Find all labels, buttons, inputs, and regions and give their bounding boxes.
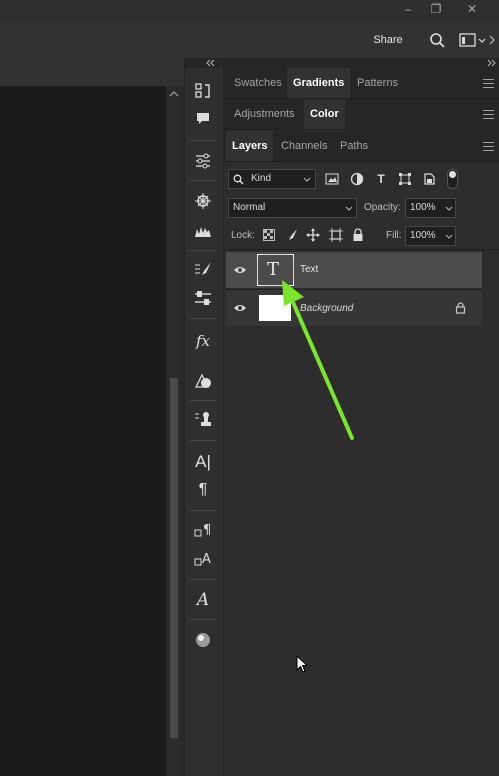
- restore-button[interactable]: ❐: [424, 0, 448, 18]
- character-icon[interactable]: A|: [191, 451, 215, 473]
- annotation-arrow: [282, 280, 354, 440]
- strip-divider: [190, 140, 216, 141]
- panel-menu-icon[interactable]: [483, 79, 494, 88]
- navigator-icon[interactable]: [191, 190, 215, 212]
- mouse-cursor-icon: [296, 655, 308, 673]
- lock-artboard-icon[interactable]: [329, 228, 343, 242]
- lock-image-pixels-icon[interactable]: [285, 228, 299, 242]
- panel-menu-icon[interactable]: [483, 110, 494, 119]
- strip-divider: [190, 579, 216, 580]
- brush-settings-icon[interactable]: [191, 258, 215, 280]
- search-icon: [233, 174, 244, 185]
- lock-label: Lock:: [231, 230, 255, 241]
- layer-lock-icon[interactable]: [455, 302, 466, 314]
- shapes-icon[interactable]: [191, 370, 215, 392]
- chevron-down-icon: [445, 234, 453, 239]
- document-tab-bar: [0, 58, 184, 86]
- tab-gradients[interactable]: Gradients: [287, 68, 351, 98]
- minimize-button[interactable]: –: [396, 0, 420, 18]
- share-button[interactable]: Share: [368, 32, 408, 48]
- panel-menu-icon[interactable]: [483, 142, 494, 151]
- strip-divider: [190, 180, 216, 181]
- clone-source-icon[interactable]: [191, 408, 215, 430]
- filter-type-icon[interactable]: T: [373, 171, 389, 187]
- scrollbar-thumb[interactable]: [170, 378, 178, 738]
- close-window-button[interactable]: ✕: [460, 0, 484, 18]
- svg-text:¶: ¶: [203, 523, 211, 538]
- filter-adjustment-icon[interactable]: [350, 172, 364, 186]
- strip-divider: [190, 510, 216, 511]
- visibility-eye-icon[interactable]: [233, 263, 247, 277]
- tab-color[interactable]: Color: [304, 99, 345, 129]
- fill-label: Fill:: [386, 230, 402, 241]
- tab-layers[interactable]: Layers: [226, 131, 274, 161]
- panel-header: [224, 58, 499, 68]
- layer-filter-kind-select[interactable]: Kind: [228, 169, 316, 189]
- glyphs-icon[interactable]: A: [191, 589, 215, 611]
- adjustments-icon[interactable]: [191, 150, 215, 172]
- options-bar: [0, 20, 499, 59]
- blend-mode-value: Normal: [233, 202, 266, 213]
- tab-paths[interactable]: Paths: [334, 131, 374, 161]
- filter-shape-icon[interactable]: [398, 172, 412, 186]
- strip-divider: [190, 440, 216, 441]
- lock-all-icon[interactable]: [352, 228, 364, 242]
- strip-divider: [190, 619, 216, 620]
- histogram-icon[interactable]: [191, 220, 215, 242]
- lock-transparent-pixels-icon[interactable]: [263, 229, 275, 241]
- opacity-label: Opacity:: [364, 202, 401, 213]
- lock-position-icon[interactable]: [306, 228, 320, 242]
- filter-kind-label: Kind: [251, 173, 272, 184]
- tab-patterns[interactable]: Patterns: [351, 68, 404, 98]
- scroll-up-icon[interactable]: [169, 90, 179, 98]
- properties-icon[interactable]: [191, 287, 215, 309]
- tab-adjustments[interactable]: Adjustments: [228, 99, 301, 129]
- filter-toggle-switch[interactable]: [447, 169, 458, 189]
- visibility-eye-icon[interactable]: [233, 301, 247, 315]
- history-icon[interactable]: [191, 80, 215, 102]
- character-styles-icon[interactable]: A: [191, 548, 215, 570]
- document-canvas[interactable]: [0, 86, 166, 776]
- collapse-strip-icon[interactable]: [206, 59, 216, 67]
- blend-mode-select[interactable]: Normal: [228, 198, 357, 218]
- strip-divider: [190, 400, 216, 401]
- workspace-switcher-icon[interactable]: [459, 33, 487, 48]
- opacity-input[interactable]: 100%: [405, 198, 456, 218]
- filter-smart-object-icon[interactable]: [422, 172, 436, 186]
- layers-divider: [224, 249, 499, 250]
- strip-divider: [190, 250, 216, 251]
- filter-pixel-icon[interactable]: [325, 172, 339, 186]
- fill-value: 100%: [410, 230, 436, 241]
- strip-header: [184, 58, 222, 68]
- collapse-panel-icon[interactable]: [486, 59, 496, 67]
- strip-divider: [190, 318, 216, 319]
- chevron-down-icon: [345, 206, 353, 211]
- paragraph-styles-icon[interactable]: ¶: [191, 519, 215, 541]
- close-icon: ✕: [466, 2, 478, 16]
- search-icon[interactable]: [429, 32, 446, 49]
- materials-icon[interactable]: [191, 629, 215, 651]
- chevron-down-icon: [303, 177, 311, 182]
- comments-icon[interactable]: [191, 108, 215, 130]
- opacity-value: 100%: [410, 202, 436, 213]
- fill-input[interactable]: 100%: [405, 226, 456, 246]
- tab-channels[interactable]: Channels: [275, 131, 333, 161]
- paragraph-icon[interactable]: ¶: [191, 479, 215, 501]
- tab-swatches[interactable]: Swatches: [228, 68, 288, 98]
- styles-icon[interactable]: fx: [191, 330, 215, 352]
- toggle-knob: [449, 171, 456, 178]
- restore-icon: ❐: [430, 2, 442, 16]
- minimize-icon: –: [404, 2, 412, 16]
- svg-text:A: A: [202, 552, 211, 567]
- chevron-down-icon: [445, 206, 453, 211]
- options-overflow-icon[interactable]: [488, 34, 498, 46]
